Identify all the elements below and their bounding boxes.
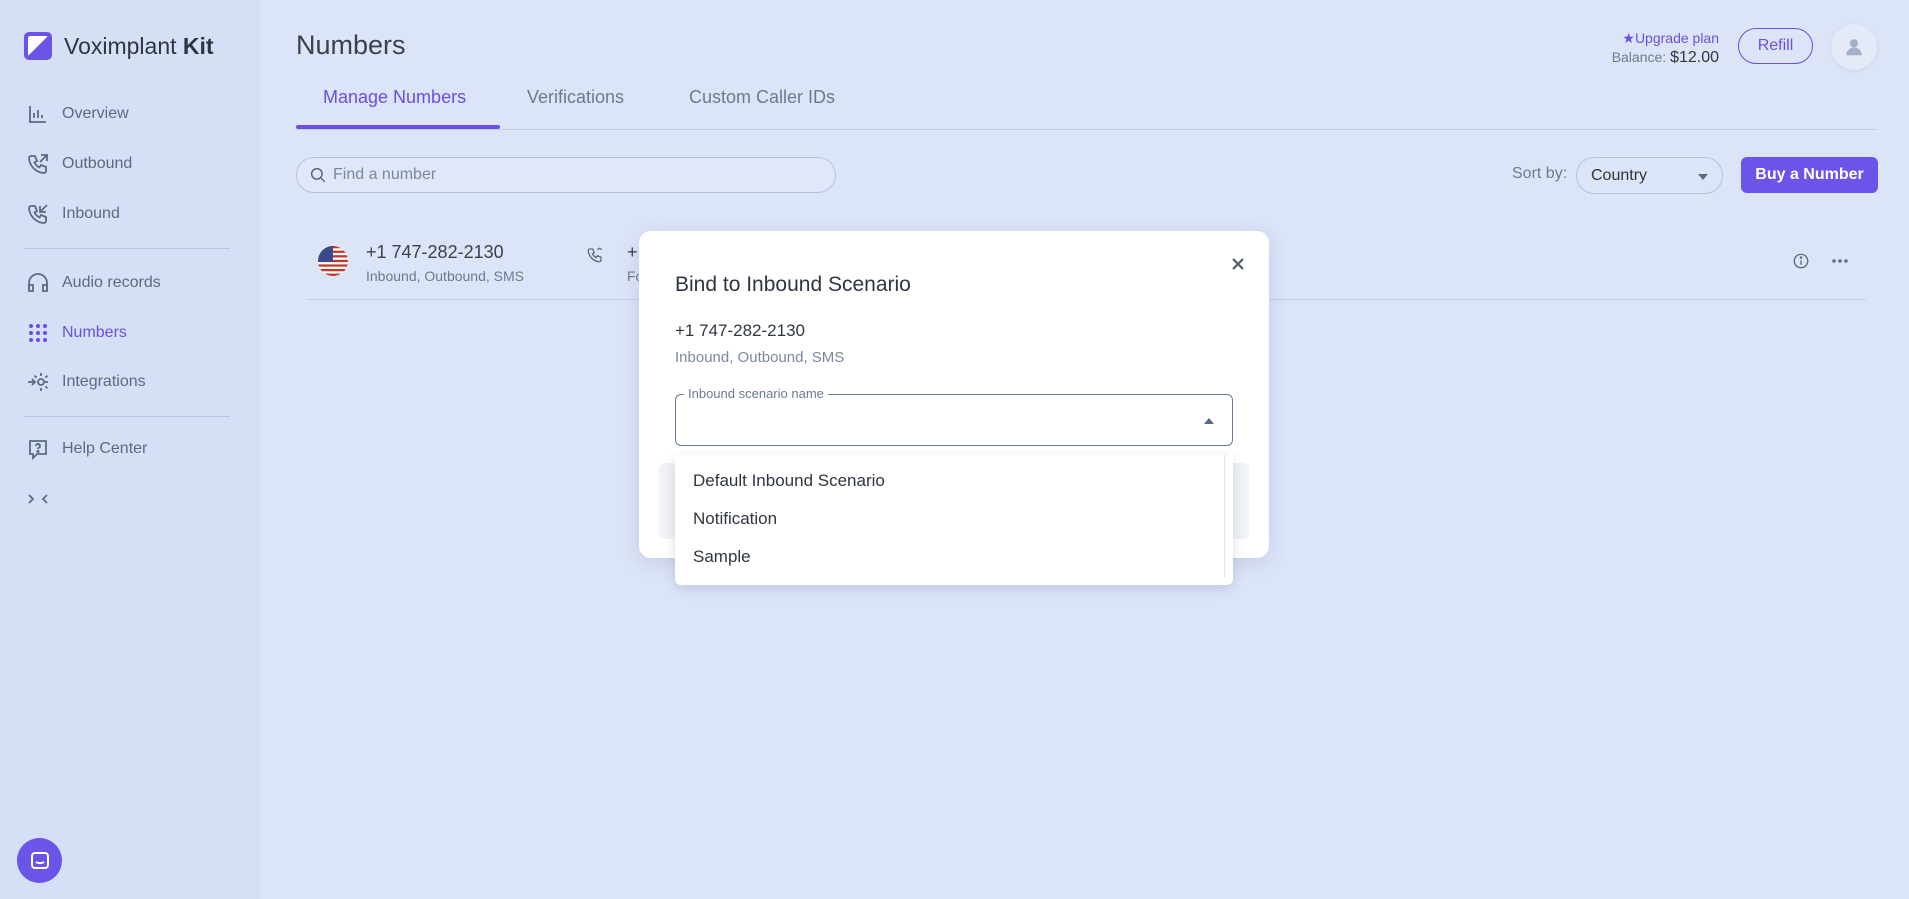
- integrations-gear-icon: [28, 373, 49, 391]
- sidebar-item-inbound[interactable]: Inbound: [26, 202, 120, 226]
- info-icon[interactable]: [1792, 252, 1810, 270]
- tab-bar: Manage Numbers Verifications Custom Call…: [296, 80, 1878, 130]
- chevron-down-icon: [1698, 174, 1708, 180]
- sort-select[interactable]: Country: [1576, 157, 1723, 194]
- sidebar-item-overview[interactable]: Overview: [26, 102, 129, 126]
- sidebar-divider: [24, 248, 230, 249]
- brand-logo[interactable]: Voximplant Kit: [22, 30, 214, 62]
- sidebar-item-integrations[interactable]: Integrations: [26, 370, 146, 394]
- close-icon: [1232, 258, 1244, 270]
- close-button[interactable]: [1227, 253, 1249, 275]
- sidebar-item-outbound[interactable]: Outbound: [26, 152, 132, 176]
- sidebar: Voximplant Kit Overview Outbound Inbound…: [0, 0, 260, 899]
- help-icon: [29, 440, 47, 461]
- forward-number: +: [627, 242, 638, 262]
- call-forward-icon: [587, 247, 603, 263]
- sidebar-item-label: Integrations: [62, 373, 146, 390]
- dropdown-option[interactable]: Notification: [675, 500, 1233, 538]
- modal-title: Bind to Inbound Scenario: [675, 273, 911, 296]
- dialpad-icon: [29, 324, 47, 342]
- overview-icon: [29, 106, 46, 123]
- sort-by-label: Sort by:: [1512, 165, 1568, 182]
- sidebar-item-label: Numbers: [62, 324, 127, 341]
- more-options-icon[interactable]: [1830, 252, 1850, 270]
- star-icon: ★: [1622, 30, 1635, 46]
- dropdown-scrollbar[interactable]: [1224, 455, 1225, 577]
- support-chat-button[interactable]: [17, 838, 62, 883]
- sidebar-item-label: Help Center: [62, 440, 148, 457]
- avatar[interactable]: [1831, 24, 1877, 70]
- user-icon: [1846, 39, 1862, 56]
- sidebar-item-label: Overview: [62, 105, 129, 122]
- sidebar-item-label: Outbound: [62, 155, 133, 172]
- dropdown-option[interactable]: Default Inbound Scenario: [675, 462, 1233, 500]
- balance: Balance: $12.00: [1611, 49, 1719, 66]
- scenario-dropdown-menu: Default Inbound Scenario Notification Sa…: [675, 455, 1233, 585]
- us-flag-icon: [318, 246, 348, 276]
- refill-button[interactable]: Refill: [1738, 28, 1813, 64]
- collapse-arrows-icon: [28, 494, 48, 504]
- headphones-icon: [28, 273, 48, 292]
- sidebar-item-label: Audio records: [62, 274, 161, 291]
- number-capabilities: Inbound, Outbound, SMS: [366, 268, 524, 284]
- sidebar-item-numbers[interactable]: Numbers: [26, 321, 127, 345]
- sidebar-item-label: Inbound: [62, 205, 120, 222]
- tab-custom-caller-ids[interactable]: Custom Caller IDs: [689, 87, 835, 108]
- page-title: Numbers: [296, 30, 406, 60]
- buy-number-button[interactable]: Buy a Number: [1741, 157, 1878, 193]
- brand-name: Voximplant Kit: [64, 32, 214, 59]
- tab-manage-numbers[interactable]: Manage Numbers: [323, 87, 466, 108]
- modal-number-capabilities: Inbound, Outbound, SMS: [675, 349, 845, 366]
- dropdown-option[interactable]: Sample: [675, 538, 1233, 576]
- phone-number: +1 747-282-2130: [366, 242, 504, 262]
- sidebar-collapse-button[interactable]: [26, 487, 50, 511]
- tab-verifications[interactable]: Verifications: [527, 87, 624, 108]
- balance-amount: $12.00: [1670, 49, 1719, 66]
- sidebar-item-audio-records[interactable]: Audio records: [26, 271, 161, 295]
- chat-icon: [30, 851, 49, 869]
- inbound-call-icon: [28, 204, 48, 224]
- field-label: Inbound scenario name: [684, 386, 828, 401]
- upgrade-plan-link[interactable]: ★Upgrade plan: [1622, 30, 1719, 47]
- sidebar-divider: [24, 416, 230, 417]
- search-box: [296, 157, 836, 193]
- outbound-call-icon: [28, 154, 48, 174]
- sidebar-item-help-center[interactable]: Help Center: [26, 437, 147, 461]
- sort-select-value: Country: [1591, 166, 1648, 184]
- search-input[interactable]: [333, 166, 813, 184]
- modal-phone-number: +1 747-282-2130: [675, 321, 805, 340]
- active-tab-indicator: [296, 125, 500, 129]
- voximplant-logo-icon: [24, 32, 52, 60]
- inbound-scenario-select[interactable]: Inbound scenario name: [675, 386, 1233, 446]
- search-icon: [310, 167, 326, 183]
- chevron-up-icon: [1204, 418, 1214, 424]
